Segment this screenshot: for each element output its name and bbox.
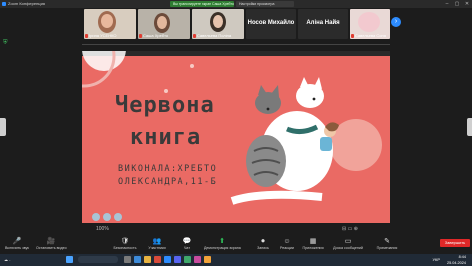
os-taskbar: ☁ ‑ УКР 8:44 25.04.2024 [0,254,472,266]
participant-name: Савельева Поліна [197,33,232,38]
share-screen-icon: ⬆ [219,238,225,245]
view-options-button[interactable]: Настройки просмотра [236,1,294,7]
notes-icon: ✎ [384,238,390,245]
security-label: Безопасность [113,246,137,250]
participant-tile[interactable]: Носов Михайло [246,9,296,39]
participant-tile[interactable]: Саша Хребто [138,9,190,39]
right-side-handle[interactable] [467,118,472,136]
participant-tile[interactable]: Ірина УСЕНКО [84,9,136,39]
security-button[interactable]: 🛡 Безопасность [110,236,140,254]
slide-title-line2: книга [130,125,202,150]
app-icon[interactable] [204,256,211,263]
cat-illustration [230,77,339,205]
whiteboard-icon: ▭ [344,238,352,245]
participant-name: Саша Хребто [143,33,169,38]
slide-author-line2: ОЛЕКСАНДРА,11-Б [118,177,218,187]
chat-label: Чат [184,246,190,250]
zoom-logo-icon [2,2,6,6]
apps-icon: ▦ [309,238,317,245]
weather-widget[interactable]: ☁ ‑ [4,257,10,262]
language-indicator[interactable]: УКР [432,257,440,262]
task-view-icon[interactable] [124,256,131,263]
zoom-window: Zoom Конференция Вы транслируете экран С… [0,0,472,266]
reactions-icon: ☺ [283,238,291,245]
app-icon[interactable] [174,256,181,263]
notes-button[interactable]: ✎ Примечания [372,236,402,254]
chat-button[interactable]: 💬 Чат [172,236,202,254]
end-meeting-button[interactable]: Завершить [440,239,470,247]
maximize-icon[interactable]: ▢ [452,0,462,8]
close-icon[interactable]: ✕ [462,0,472,8]
muted-mic-icon [85,34,88,38]
participants-label: Участники [148,246,166,250]
share-screen-button[interactable]: ⬆ Демонстрация экрана [204,236,241,254]
slide-decorations [82,51,382,205]
participant-tile[interactable]: Савельева Соня [350,9,390,39]
slide-dots [92,208,125,223]
participant-video [358,12,380,32]
participant-name: Ірина УСЕНКО [89,33,117,38]
slide-author-line1: ВИКОНАЛА:ХРЕБТО [118,164,218,174]
unmute-label: Включить звук [5,246,29,250]
participant-face [101,14,113,28]
stop-video-button[interactable]: 🎥 Остановить видео [36,236,67,254]
participants-strip: Ірина УСЕНКО Саша Хребто Савельева Полін… [0,8,472,42]
participant-tile[interactable]: Аліна Найя [298,9,348,39]
app-icon[interactable] [194,256,201,263]
muted-mic-icon [139,34,142,38]
view-controls[interactable]: ⊟ ▭ ⊕ [342,226,358,232]
screen-share-banner[interactable]: Вы транслируете экран Саша Хребто [170,1,234,7]
apps-label: Приложения [302,246,324,250]
decor-dot-blue [92,213,100,221]
chat-icon: 💬 [182,238,192,245]
meeting-toolbar: 🎤 Включить звук 🎥 Остановить видео 🛡 Безопа… [0,236,472,254]
left-side-handle[interactable] [0,118,6,136]
next-page-icon[interactable]: › [391,17,401,27]
zoom-taskbar-icon[interactable] [164,256,171,263]
divider [82,44,390,45]
muted-mic-icon [193,34,196,38]
participant-name: Савельева Соня [355,33,386,38]
slide-title-line1: Червона [115,93,215,118]
muted-mic-icon [351,34,354,38]
clock-date: 25.04.2024 [446,261,466,265]
system-clock[interactable]: 8:44 25.04.2024 [447,254,466,266]
participant-face [213,15,223,28]
participant-tile[interactable]: Савельева Поліна [192,9,244,39]
chrome-icon[interactable] [154,256,161,263]
window-title: Zoom Конференция [8,1,45,6]
record-icon: ⏺ [261,238,265,245]
decor-circle-white [82,51,126,71]
file-explorer-icon[interactable] [144,256,151,263]
participants-button[interactable]: 👥 Участники [142,236,172,254]
shared-screen: Червона книга ВИКОНАЛА:ХРЕБТО ОЛЕКСАНДРА… [82,51,390,223]
participant-name-center: Аліна Найя [306,20,340,26]
notes-label: Примечания [376,246,398,250]
camera-icon: 🎥 [46,238,56,245]
edge-icon[interactable] [134,256,141,263]
apps-button[interactable]: ▦ Приложения [298,236,328,254]
whiteboard-label: Доска сообщений [333,246,363,250]
taskbar-search[interactable] [78,256,118,263]
stop-video-label: Остановить видео [36,246,67,250]
participants-icon: 👥 [152,238,162,245]
shield-icon: ⛨ [3,40,8,46]
title-bar: Zoom Конференция Вы транслируете экран С… [0,0,472,8]
shield-icon: 🛡 [120,238,130,245]
decor-dot-blue [103,213,111,221]
app-icon[interactable] [184,256,191,263]
zoom-level[interactable]: 100% [96,226,109,232]
share-footer: 100% ⊟ ▭ ⊕ [82,225,390,234]
mic-icon: 🎤 [12,238,22,245]
decor-dot-blue [114,213,122,221]
unmute-button[interactable]: 🎤 Включить звук [2,236,32,254]
participant-name-center: Носов Михайло [247,20,295,26]
windows-start-icon[interactable] [66,256,73,263]
share-screen-label: Демонстрация экрана [204,246,241,250]
decor-dot [190,64,194,68]
whiteboard-button[interactable]: ▭ Доска сообщений [330,236,366,254]
minimize-icon[interactable]: – [442,0,452,8]
participant-face [157,16,167,29]
